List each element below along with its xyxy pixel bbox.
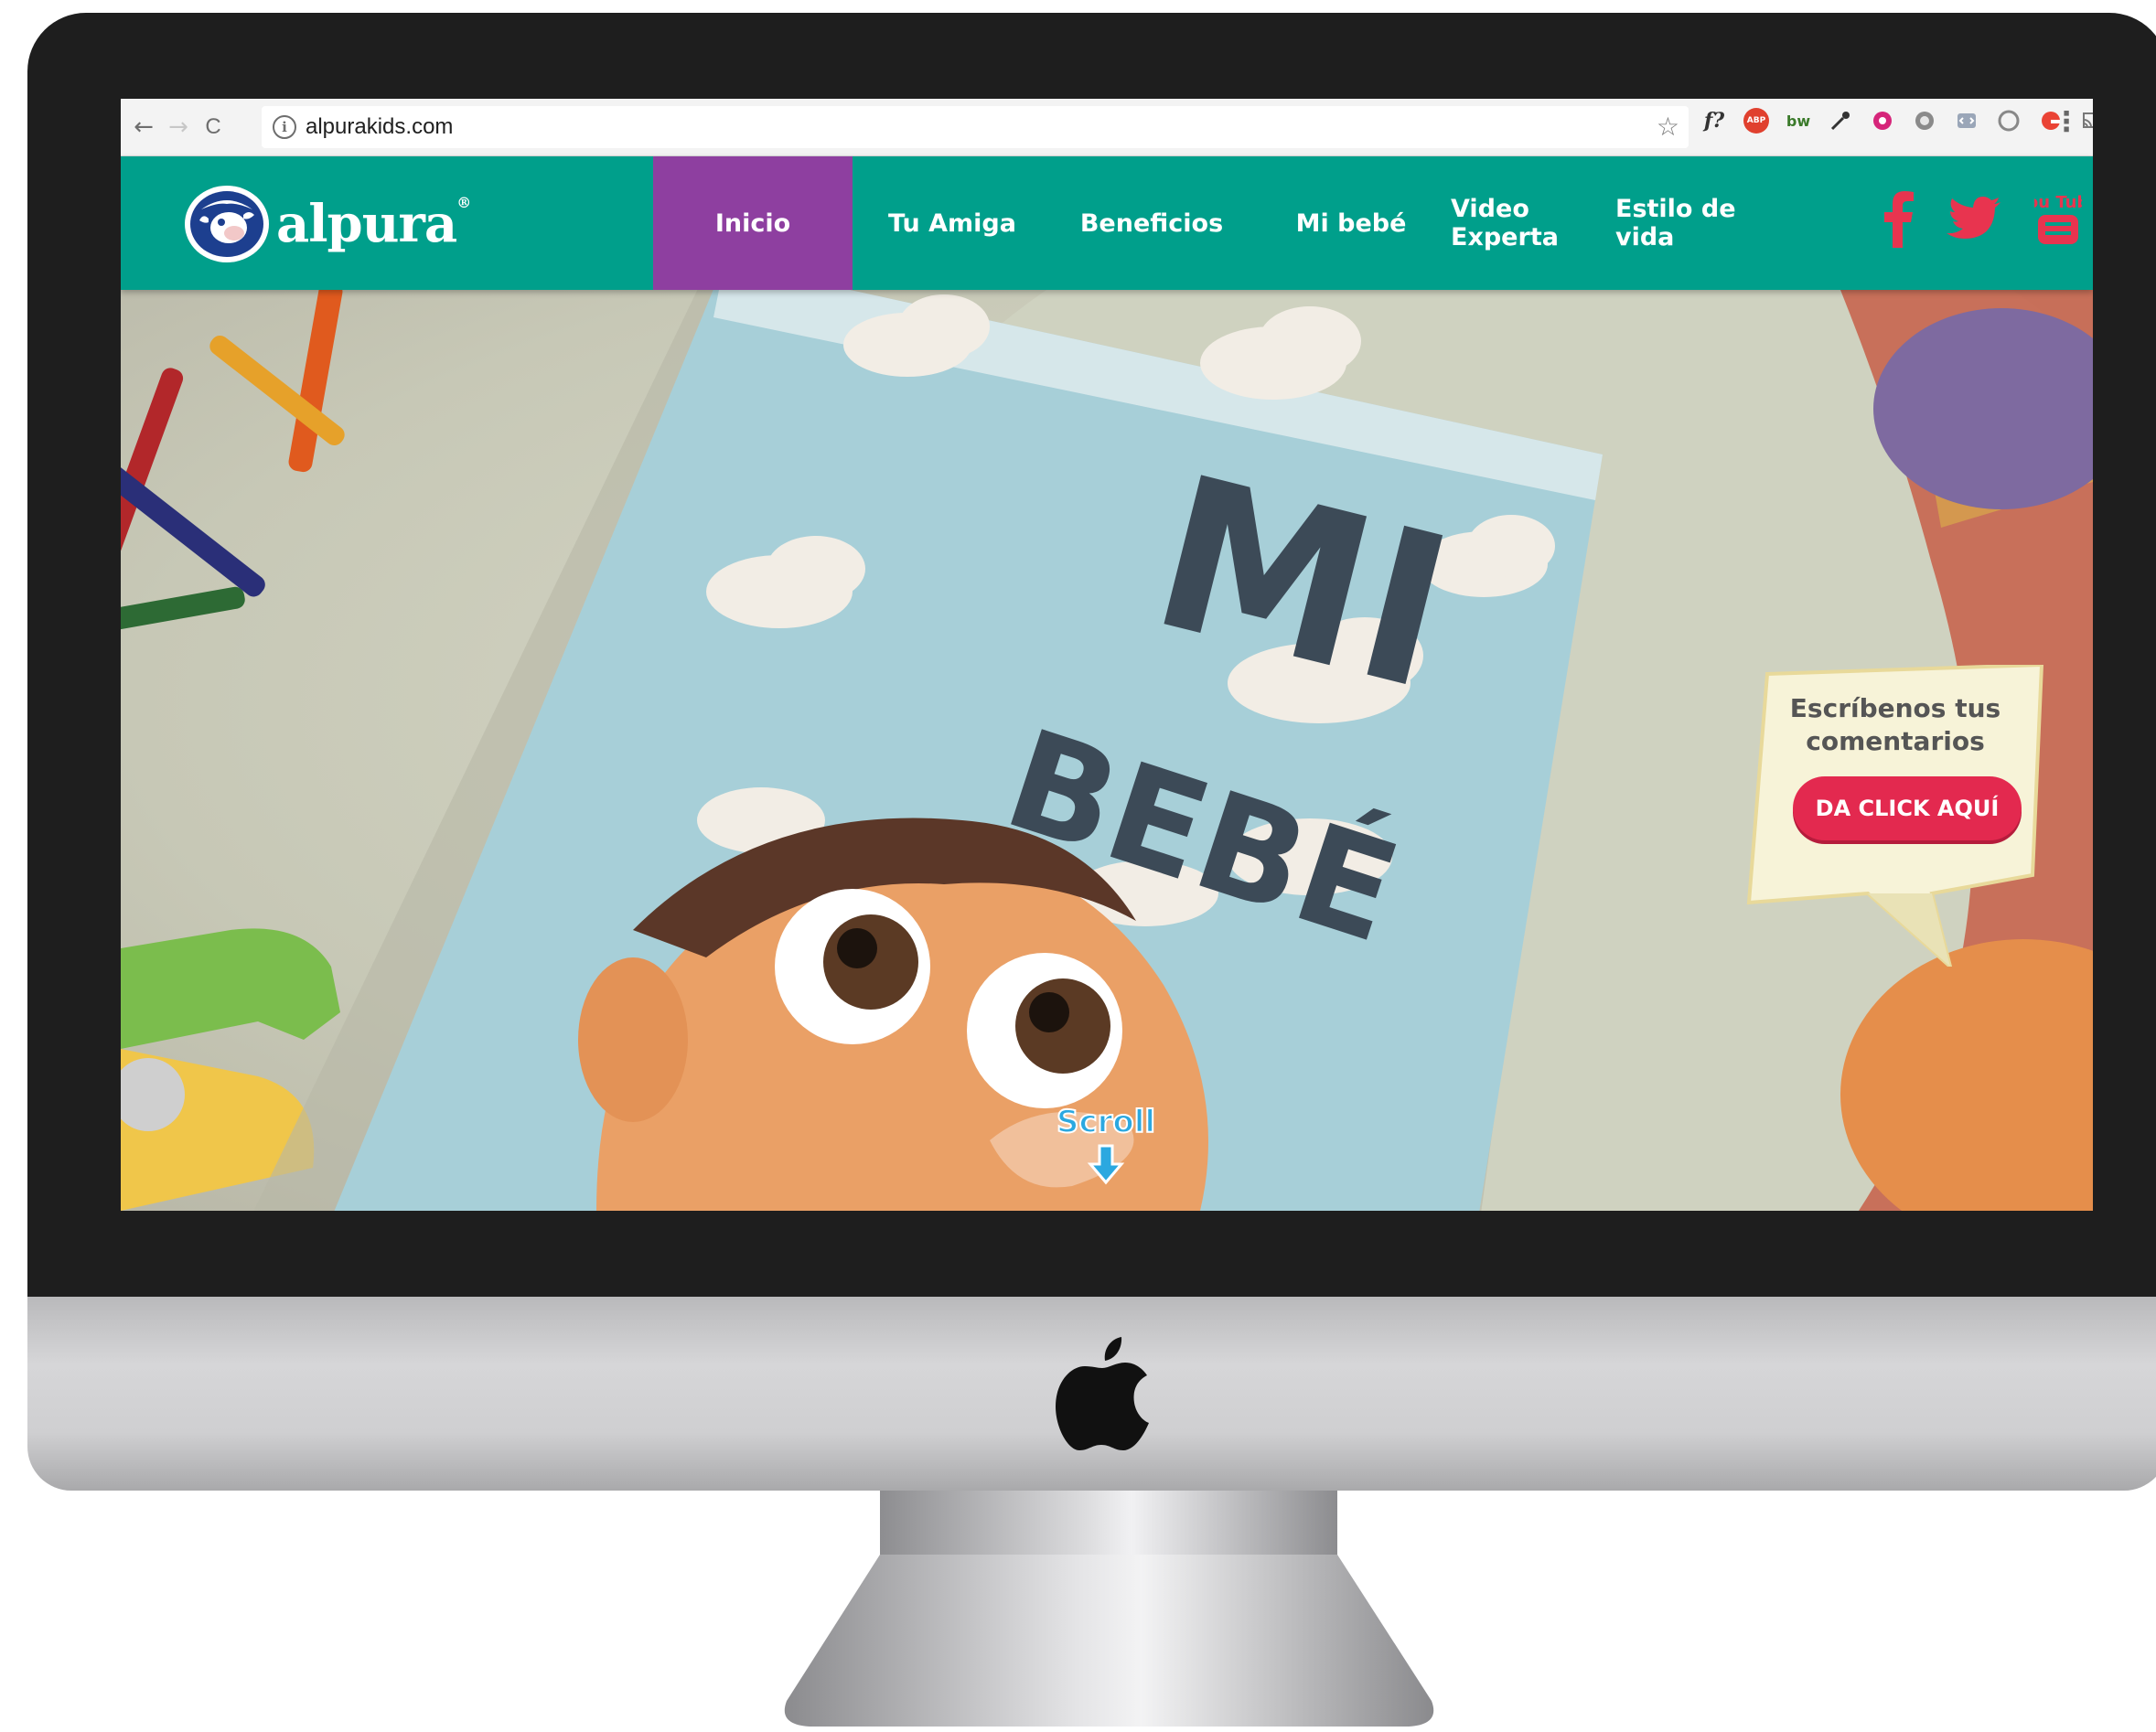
logo-text: alpura® [276,194,471,254]
extension-bw-icon[interactable]: bw [1786,108,1811,134]
youtube-icon[interactable]: You Tube [2015,189,2093,248]
extension-adblock-icon[interactable]: ABP [1743,108,1769,134]
alpura-logo[interactable]: alpura® [181,182,471,266]
back-button[interactable]: ← [126,113,161,141]
facebook-icon[interactable] [1882,191,1915,248]
extension-icons: f? ABP bw [1701,108,2093,134]
address-bar[interactable]: i alpurakids.com ☆ [262,106,1689,148]
twitter-icon[interactable] [1947,197,2001,242]
comments-banner: Escríbenos tus comentarios DA CLICK AQUÍ [1740,665,2051,967]
scroll-label: Scroll [1056,1103,1156,1141]
arrow-down-icon [1087,1144,1125,1185]
screen: ← → C i alpurakids.com ☆ f? ABP bw ⋮ alp… [121,99,2093,1211]
reload-button[interactable]: C [196,114,231,140]
url-text[interactable]: alpurakids.com [306,114,453,140]
bookmark-star-icon[interactable]: ☆ [1657,112,1679,142]
imac-stand [784,1555,1434,1727]
comments-prompt: Escríbenos tus comentarios [1789,693,2001,756]
nav-item-tu-amiga[interactable]: Tu Amiga [853,156,1052,290]
imac-neck [880,1491,1337,1555]
hero-section: MI BEBÉ Escríbenos tus comentarios DA CL… [121,290,2093,1211]
extension-puzzle-icon[interactable] [1912,108,1937,134]
browser-menu-icon[interactable]: ⋮ [2053,106,2080,138]
nav-item-inicio[interactable]: Inicio [653,156,853,290]
svg-text:You Tube: You Tube [2034,193,2082,212]
apple-logo-icon [1056,1337,1149,1450]
extension-code-icon[interactable] [1954,108,1979,134]
extension-opera-icon[interactable] [1870,108,1895,134]
cast-icon[interactable] [2080,108,2093,134]
extension-eyedropper-icon[interactable] [1828,108,1853,134]
nav-item-beneficios[interactable]: Beneficios [1052,156,1251,290]
site-header: alpura® Inicio Tu Amiga Beneficios Mi be… [121,156,2093,290]
extension-fq-icon[interactable]: f? [1701,108,1727,134]
nav-item-mi-bebe[interactable]: Mi bebé [1251,156,1451,290]
da-click-aqui-button[interactable]: DA CLICK AQUÍ [1793,776,2022,840]
extension-circle-icon[interactable] [1996,108,2022,134]
info-icon[interactable]: i [273,115,296,139]
forward-button[interactable]: → [161,113,196,141]
browser-toolbar: ← → C i alpurakids.com ☆ f? ABP bw ⋮ [121,99,2093,156]
nav-item-estilo-de-vida[interactable]: Estilo de vida [1615,156,1782,290]
nav-item-video-experta[interactable]: Video Experta [1451,156,1615,290]
scroll-indicator[interactable]: Scroll [1046,1103,1165,1204]
cow-logo-icon [185,186,269,262]
